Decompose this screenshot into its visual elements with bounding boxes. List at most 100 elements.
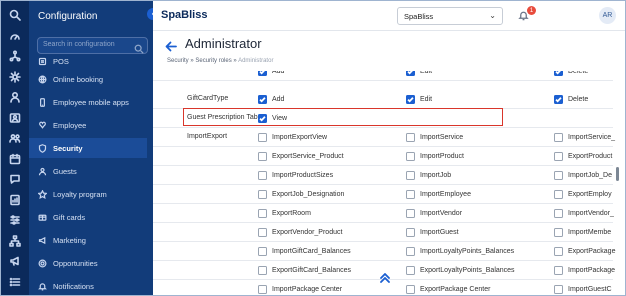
- checkbox-unchecked[interactable]: [406, 133, 415, 142]
- megaphone-icon[interactable]: [8, 254, 22, 268]
- permission-checkbox-item[interactable]: ExportService_Product: [258, 151, 344, 162]
- checkbox-checked[interactable]: [406, 71, 415, 76]
- checkbox-checked[interactable]: [406, 95, 415, 104]
- checkbox-unchecked[interactable]: [406, 266, 415, 275]
- checkbox-unchecked[interactable]: [258, 228, 267, 237]
- permission-checkbox-item[interactable]: ImportLoyaltyPoints_Balances: [406, 246, 514, 257]
- double-chevron-up-icon[interactable]: [379, 271, 391, 283]
- organization-select[interactable]: SpaBliss ⌄: [397, 7, 503, 25]
- profile-card-icon[interactable]: [8, 111, 22, 125]
- network-icon[interactable]: [8, 49, 22, 63]
- breadcrumb-security[interactable]: Security: [167, 58, 189, 64]
- chat-icon[interactable]: [8, 172, 22, 186]
- permission-checkbox-item[interactable]: ImportPackage Center: [258, 284, 342, 295]
- permission-checkbox-item[interactable]: ImportGiftCard_Balances: [258, 246, 351, 257]
- checkbox-unchecked[interactable]: [406, 190, 415, 199]
- sidebar-item-opportunities[interactable]: Opportunities: [29, 253, 147, 273]
- permission-checkbox-item[interactable]: Edit: [406, 71, 432, 77]
- user-icon[interactable]: [8, 90, 22, 104]
- permission-checkbox-item[interactable]: ImportEmployee: [406, 189, 471, 200]
- permission-checkbox-item[interactable]: ImportGuestC: [554, 284, 612, 295]
- permission-checkbox-item[interactable]: ImportExportView: [258, 132, 327, 143]
- permission-checkbox-item[interactable]: Delete: [554, 94, 588, 105]
- checkbox-unchecked[interactable]: [258, 152, 267, 161]
- permission-checkbox-item[interactable]: ImportService_: [554, 132, 615, 143]
- checkbox-unchecked[interactable]: [406, 228, 415, 237]
- sidebar-item-guests[interactable]: Guests: [29, 161, 147, 181]
- user-avatar[interactable]: AR: [599, 7, 616, 24]
- permission-checkbox-item[interactable]: Add: [258, 94, 284, 105]
- content-scrollbar[interactable]: [616, 167, 619, 181]
- sidebar-item-loyalty-program[interactable]: Loyalty program: [29, 184, 147, 204]
- report-icon[interactable]: [8, 193, 22, 207]
- permission-checkbox-item[interactable]: ImportJob: [406, 170, 451, 181]
- checkbox-unchecked[interactable]: [554, 266, 563, 275]
- checkbox-unchecked[interactable]: [554, 209, 563, 218]
- checkbox-unchecked[interactable]: [554, 171, 563, 180]
- sidebar-item-employee-mobile-apps[interactable]: Employee mobile apps: [29, 92, 147, 112]
- checkbox-unchecked[interactable]: [554, 133, 563, 142]
- dashboard-icon[interactable]: [8, 29, 22, 43]
- sidebar-item-security[interactable]: Security: [29, 138, 147, 158]
- permission-checkbox-item[interactable]: ExportGiftCard_Balances: [258, 265, 351, 276]
- permission-checkbox-item[interactable]: ExportVendor_Product: [258, 227, 342, 238]
- checkbox-unchecked[interactable]: [406, 247, 415, 256]
- permission-checkbox-item[interactable]: ImportProductSizes: [258, 170, 333, 181]
- checkbox-unchecked[interactable]: [258, 266, 267, 275]
- hierarchy-icon[interactable]: [8, 234, 22, 248]
- breadcrumb-security-roles[interactable]: Security roles: [195, 58, 231, 64]
- sidebar-item-marketing[interactable]: Marketing: [29, 230, 147, 250]
- globe-icon: [37, 74, 47, 84]
- checkbox-unchecked[interactable]: [554, 152, 563, 161]
- permission-checkbox-item[interactable]: ExportJob_Designation: [258, 189, 344, 200]
- checkbox-unchecked[interactable]: [406, 285, 415, 294]
- permission-checkbox-item[interactable]: ExportPackage Center: [406, 284, 490, 295]
- sidebar-item-pos[interactable]: POS: [29, 51, 147, 71]
- checkbox-unchecked[interactable]: [258, 285, 267, 294]
- permission-checkbox-item[interactable]: ExportLoyaltyPoints_Balances: [406, 265, 515, 276]
- checkbox-unchecked[interactable]: [554, 228, 563, 237]
- checkbox-unchecked[interactable]: [406, 152, 415, 161]
- checkbox-unchecked[interactable]: [554, 247, 563, 256]
- permission-checkbox-item[interactable]: ImportJob_De: [554, 170, 612, 181]
- checkbox-unchecked[interactable]: [258, 190, 267, 199]
- permission-checkbox-item[interactable]: Delete: [554, 71, 588, 77]
- permission-checkbox-item[interactable]: ImportVendor_: [554, 208, 614, 219]
- checkbox-unchecked[interactable]: [554, 285, 563, 294]
- checkbox-unchecked[interactable]: [554, 190, 563, 199]
- checkbox-unchecked[interactable]: [258, 133, 267, 142]
- permission-checkbox-item[interactable]: ExportPackage: [554, 246, 615, 257]
- back-arrow-icon[interactable]: [165, 39, 179, 52]
- search-icon[interactable]: [8, 8, 22, 22]
- checkbox-checked[interactable]: [554, 71, 563, 76]
- checkbox-unchecked[interactable]: [258, 171, 267, 180]
- permission-checkbox-item[interactable]: ImportMembe: [554, 227, 611, 238]
- checkbox-checked[interactable]: [258, 95, 267, 104]
- groups-icon[interactable]: [8, 131, 22, 145]
- sliders-icon[interactable]: [8, 213, 22, 227]
- list-icon[interactable]: [8, 275, 22, 289]
- settings-icon[interactable]: [8, 70, 22, 84]
- permission-checkbox-item[interactable]: ImportVendor: [406, 208, 462, 219]
- permission-checkbox-item[interactable]: ImportGuest: [406, 227, 459, 238]
- checkbox-unchecked[interactable]: [406, 171, 415, 180]
- checkbox-checked[interactable]: [554, 95, 563, 104]
- permission-checkbox-item[interactable]: ImportPackage: [554, 265, 615, 276]
- sidebar-item-online-booking[interactable]: Online booking: [29, 69, 147, 89]
- permission-checkbox-item[interactable]: Edit: [406, 94, 432, 105]
- calendar-icon[interactable]: [8, 152, 22, 166]
- permission-checkbox-item[interactable]: ExportProduct: [554, 151, 612, 162]
- permission-checkbox-item[interactable]: ExportEmploy: [554, 189, 612, 200]
- sidebar-item-employee[interactable]: Employee: [29, 115, 147, 135]
- checkbox-unchecked[interactable]: [258, 209, 267, 218]
- sidebar-item-notifications[interactable]: Notifications: [29, 276, 147, 295]
- permission-checkbox-item[interactable]: Add: [258, 71, 284, 77]
- checkbox-unchecked[interactable]: [258, 247, 267, 256]
- sidebar-item-gift-cards[interactable]: Gift cards: [29, 207, 147, 227]
- permission-checkbox-item[interactable]: ImportService: [406, 132, 463, 143]
- permission-checkbox-item[interactable]: ImportProduct: [406, 151, 464, 162]
- top-bar: SpaBliss SpaBliss ⌄ 1 AR: [153, 1, 625, 31]
- checkbox-checked[interactable]: [258, 71, 267, 76]
- checkbox-unchecked[interactable]: [406, 209, 415, 218]
- permission-checkbox-item[interactable]: ExportRoom: [258, 208, 311, 219]
